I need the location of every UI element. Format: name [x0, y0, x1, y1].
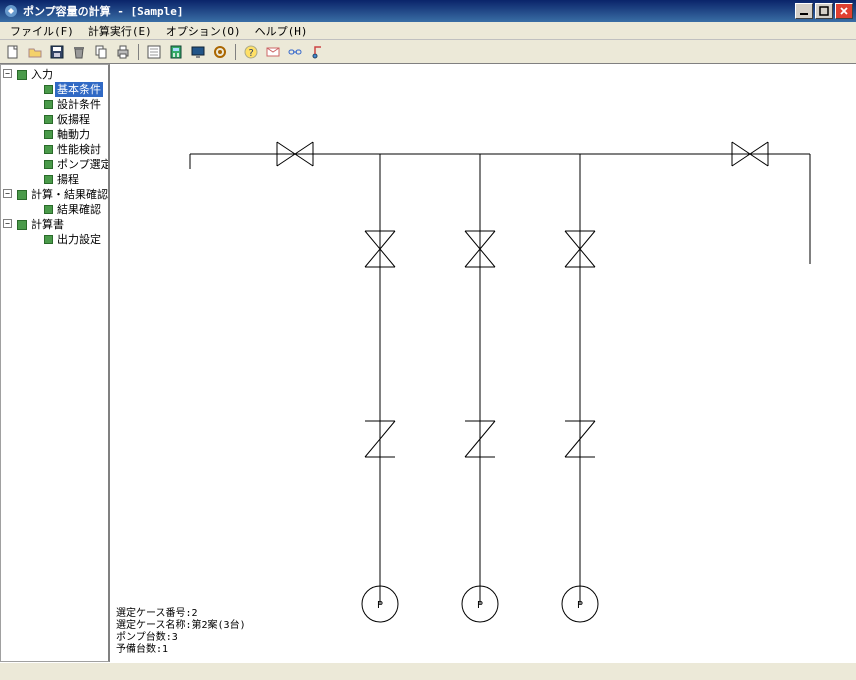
tree-node-calc[interactable]: 計算・結果確認	[17, 187, 106, 202]
print-icon[interactable]	[114, 43, 132, 61]
tree-label: ポンプ選定	[55, 157, 110, 172]
tree-item-output[interactable]: 出力設定	[43, 232, 106, 247]
tree-label: 計算書	[29, 217, 66, 232]
diagram-footer: 選定ケース番号:2 選定ケース名称:第2案(3台) ポンプ台数:3 予備台数:1	[116, 608, 246, 656]
tree-item-provisional[interactable]: 仮揚程	[43, 112, 106, 127]
tree-item-basic[interactable]: 基本条件	[43, 82, 106, 97]
tool-icon[interactable]	[308, 43, 326, 61]
tree-label: 性能検討	[55, 142, 103, 157]
tree-label: 仮揚程	[55, 112, 92, 127]
new-file-icon[interactable]	[4, 43, 22, 61]
footer-line: 予備台数:1	[116, 644, 246, 656]
save-icon[interactable]	[48, 43, 66, 61]
item-icon	[43, 115, 53, 125]
toolbar: / ?	[0, 40, 856, 64]
folder-icon	[17, 70, 27, 80]
tree-label: 設計条件	[55, 97, 103, 112]
tree-item-shaft[interactable]: 軸動力	[43, 127, 106, 142]
tree-node-input[interactable]: 入力	[17, 67, 106, 82]
item-icon	[43, 85, 53, 95]
close-button[interactable]	[835, 3, 853, 19]
tree-label: 結果確認	[55, 202, 103, 217]
item-icon	[43, 100, 53, 110]
item-icon	[43, 235, 53, 245]
tree-label: 軸動力	[55, 127, 92, 142]
tree-toggle[interactable]: −	[3, 219, 12, 228]
tree-toggle[interactable]: −	[3, 189, 12, 198]
maximize-button[interactable]	[815, 3, 833, 19]
tree-node-report[interactable]: 計算書	[17, 217, 106, 232]
toolbar-separator	[235, 44, 236, 60]
app-icon	[3, 3, 19, 19]
window-title: ポンプ容量の計算 - [Sample]	[23, 3, 795, 19]
footer-line: 選定ケース名称:第2案(3台)	[116, 620, 246, 632]
copy-icon[interactable]	[92, 43, 110, 61]
footer-line: ポンプ台数:3	[116, 632, 246, 644]
link-icon[interactable]	[286, 43, 304, 61]
svg-text:?: ?	[248, 48, 254, 59]
status-bar	[0, 662, 856, 680]
tree-panel: − 入力 基本条件 設計条件 仮揚程 軸動力 性能検討 ポンプ選定 揚程	[0, 64, 110, 662]
monitor-icon[interactable]	[189, 43, 207, 61]
tree-item-result[interactable]: 結果確認	[43, 202, 106, 217]
item-icon	[43, 130, 53, 140]
calculate-icon[interactable]	[167, 43, 185, 61]
tree-item-performance[interactable]: 性能検討	[43, 142, 106, 157]
footer-line: 選定ケース番号:2	[116, 608, 246, 620]
folder-icon	[17, 220, 27, 230]
item-icon	[43, 175, 53, 185]
delete-icon[interactable]	[70, 43, 88, 61]
pump-label: P	[577, 600, 583, 611]
tree-label: 入力	[29, 67, 55, 82]
tree-item-head[interactable]: 揚程	[43, 172, 106, 187]
folder-icon	[17, 190, 27, 200]
tree-toggle[interactable]: −	[3, 69, 12, 78]
menu-calc[interactable]: 計算実行(E)	[82, 22, 158, 40]
tree-item-design[interactable]: 設計条件	[43, 97, 106, 112]
tree-label: 出力設定	[55, 232, 103, 247]
item-icon	[43, 145, 53, 155]
tree-label: 揚程	[55, 172, 81, 187]
toolbar-separator	[138, 44, 139, 60]
info-icon[interactable]	[264, 43, 282, 61]
menu-option[interactable]: オプション(O)	[160, 22, 247, 40]
menu-file[interactable]: ファイル(F)	[4, 22, 80, 40]
help-icon[interactable]: ?	[242, 43, 260, 61]
settings-icon[interactable]	[211, 43, 229, 61]
diagram-canvas: P P P 選定ケース番号:2 選定ケース名称:第2案(3台) ポンプ台数:3 …	[110, 64, 856, 662]
minimize-button[interactable]	[795, 3, 813, 19]
title-bar: ポンプ容量の計算 - [Sample]	[0, 0, 856, 22]
pump-label: P	[477, 600, 483, 611]
menu-help[interactable]: ヘルプ(H)	[249, 22, 314, 40]
tree-item-pump-select[interactable]: ポンプ選定	[43, 157, 106, 172]
list-icon[interactable]	[145, 43, 163, 61]
tree-label: 基本条件	[55, 82, 103, 97]
tree-label: 計算・結果確認	[29, 187, 110, 202]
piping-diagram: P P P	[110, 64, 850, 662]
pump-label: P	[377, 600, 383, 611]
item-icon	[43, 160, 53, 170]
open-file-icon[interactable]: /	[26, 43, 44, 61]
menu-bar: ファイル(F) 計算実行(E) オプション(O) ヘルプ(H)	[0, 22, 856, 40]
item-icon	[43, 205, 53, 215]
